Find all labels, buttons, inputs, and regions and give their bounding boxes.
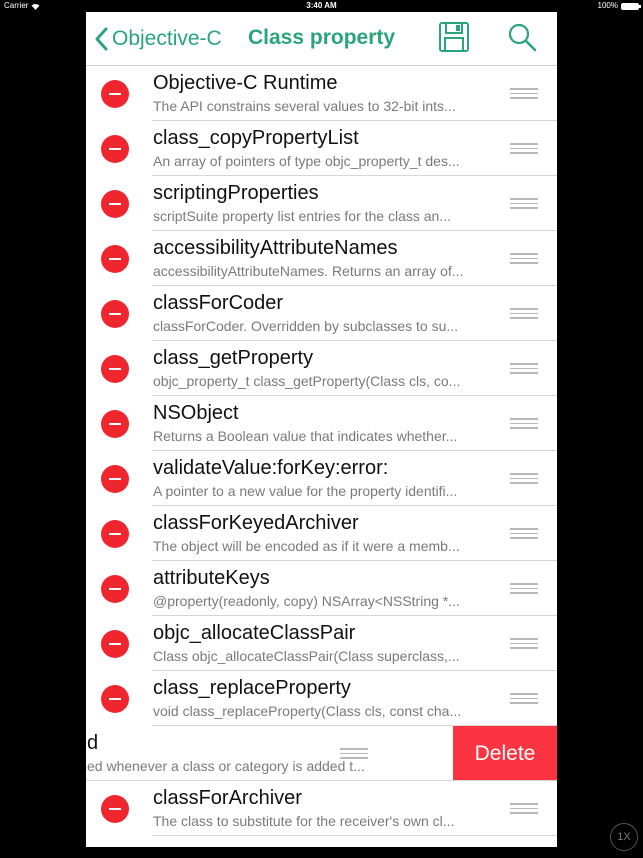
status-time: 3:40 AM (306, 1, 337, 10)
delete-toggle-button[interactable] (101, 575, 129, 603)
back-button[interactable]: Objective-C (94, 24, 222, 54)
chevron-left-icon (95, 27, 108, 51)
item-title: NSObject (153, 402, 239, 424)
delete-toggle-button[interactable] (101, 410, 129, 438)
swiped-item-content[interactable]: d ed whenever a class or category is add… (86, 726, 451, 781)
reorder-handle-icon[interactable] (510, 363, 538, 375)
list-item[interactable]: Objective-C Runtime The API constrains s… (86, 66, 557, 121)
item-title: accessibilityAttributeNames (153, 237, 398, 259)
item-title: class_replaceProperty (153, 677, 351, 699)
item-subtitle: The API constrains several values to 32-… (153, 98, 456, 114)
reorder-handle-icon[interactable] (510, 693, 538, 705)
status-bar: Carrier 3:40 AM 100% (0, 0, 643, 12)
item-title: Objective-C Runtime (153, 72, 338, 94)
reorder-handle-icon[interactable] (510, 638, 538, 650)
item-title: scriptingProperties (153, 182, 319, 204)
item-title: d (87, 732, 99, 754)
item-title: classForCoder (153, 292, 284, 314)
item-title: objc_allocateClassPair (153, 622, 356, 644)
reorder-handle-icon[interactable] (510, 198, 538, 210)
search-icon[interactable] (506, 21, 538, 53)
delete-button[interactable]: Delete (453, 726, 557, 781)
page-title: Class property (248, 26, 396, 49)
list-item[interactable]: class_replaceProperty void class_replace… (86, 671, 557, 726)
reorder-handle-icon[interactable] (510, 308, 538, 320)
item-subtitle: Returns a Boolean value that indicates w… (153, 428, 458, 444)
reorder-handle-icon[interactable] (510, 803, 538, 815)
delete-toggle-button[interactable] (101, 80, 129, 108)
item-title: class_getProperty (153, 347, 314, 369)
list-item[interactable]: objc_allocateClassPair Class objc_alloca… (86, 616, 557, 671)
item-subtitle: The class to substitute for the receiver… (153, 813, 455, 829)
reorder-handle-icon[interactable] (510, 528, 538, 540)
delete-toggle-button[interactable] (101, 630, 129, 658)
swiped-list-item[interactable]: d ed whenever a class or category is add… (86, 726, 557, 781)
list-item[interactable]: classForKeyedArchiver The object will be… (86, 506, 557, 561)
item-subtitle: scriptSuite property list entries for th… (153, 208, 452, 224)
list-item[interactable]: scriptingProperties scriptSuite property… (86, 176, 557, 231)
reorder-handle-icon[interactable] (510, 418, 538, 430)
list-item[interactable]: class_copyPropertyList An array of point… (86, 121, 557, 176)
list-item[interactable]: class_getProperty objc_property_t class_… (86, 341, 557, 396)
item-title: attributeKeys (153, 567, 270, 589)
item-subtitle: An array of pointers of type objc_proper… (153, 153, 460, 169)
back-label: Objective-C (112, 27, 222, 50)
save-icon[interactable] (438, 21, 470, 53)
reorder-handle-icon[interactable] (510, 253, 538, 265)
zoom-badge[interactable]: 1X (610, 823, 638, 851)
item-title: validateValue:forKey:error: (153, 457, 389, 479)
item-subtitle: accessibilityAttributeNames. Returns an … (153, 263, 464, 279)
item-subtitle: @property(readonly, copy) NSArray<NSStri… (153, 593, 460, 609)
item-subtitle: void class_replaceProperty(Class cls, co… (153, 703, 462, 719)
delete-toggle-button[interactable] (101, 300, 129, 328)
reorder-handle-icon[interactable] (510, 473, 538, 485)
delete-toggle-button[interactable] (101, 190, 129, 218)
reorder-handle-icon[interactable] (510, 143, 538, 155)
delete-toggle-button[interactable] (101, 685, 129, 713)
item-title: class_copyPropertyList (153, 127, 359, 149)
item-title: classForArchiver (153, 787, 302, 809)
navigation-bar: Objective-C Class property (86, 12, 557, 66)
delete-toggle-button[interactable] (101, 135, 129, 163)
item-subtitle: classForCoder. Overridden by subclasses … (153, 318, 459, 334)
item-title: classForKeyedArchiver (153, 512, 359, 534)
item-subtitle: objc_property_t class_getProperty(Class … (153, 373, 461, 389)
delete-toggle-button[interactable] (101, 520, 129, 548)
reorder-handle-icon[interactable] (510, 583, 538, 595)
property-list: Objective-C Runtime The API constrains s… (86, 66, 557, 836)
delete-toggle-button[interactable] (101, 465, 129, 493)
delete-toggle-button[interactable] (101, 795, 129, 823)
delete-toggle-button[interactable] (101, 355, 129, 383)
reorder-handle-icon[interactable] (340, 748, 368, 760)
status-right: 100% (597, 0, 641, 12)
battery-percent: 100% (597, 1, 618, 10)
list-item[interactable]: accessibilityAttributeNames accessibilit… (86, 231, 557, 286)
list-item[interactable]: classForArchiver The class to substitute… (86, 781, 557, 836)
reorder-handle-icon[interactable] (510, 88, 538, 100)
item-subtitle: The object will be encoded as if it were… (153, 538, 460, 554)
item-subtitle: Class objc_allocateClassPair(Class super… (153, 648, 460, 664)
battery-icon (621, 2, 641, 10)
class-property-panel: Objective-C Class property Objective-C R… (86, 12, 557, 847)
item-subtitle: A pointer to a new value for the propert… (153, 483, 458, 499)
item-subtitle: ed whenever a class or category is added… (87, 758, 365, 774)
list-item[interactable]: attributeKeys @property(readonly, copy) … (86, 561, 557, 616)
delete-toggle-button[interactable] (101, 245, 129, 273)
list-item[interactable]: validateValue:forKey:error: A pointer to… (86, 451, 557, 506)
list-item[interactable]: NSObject Returns a Boolean value that in… (86, 396, 557, 451)
list-item[interactable]: classForCoder classForCoder. Overridden … (86, 286, 557, 341)
